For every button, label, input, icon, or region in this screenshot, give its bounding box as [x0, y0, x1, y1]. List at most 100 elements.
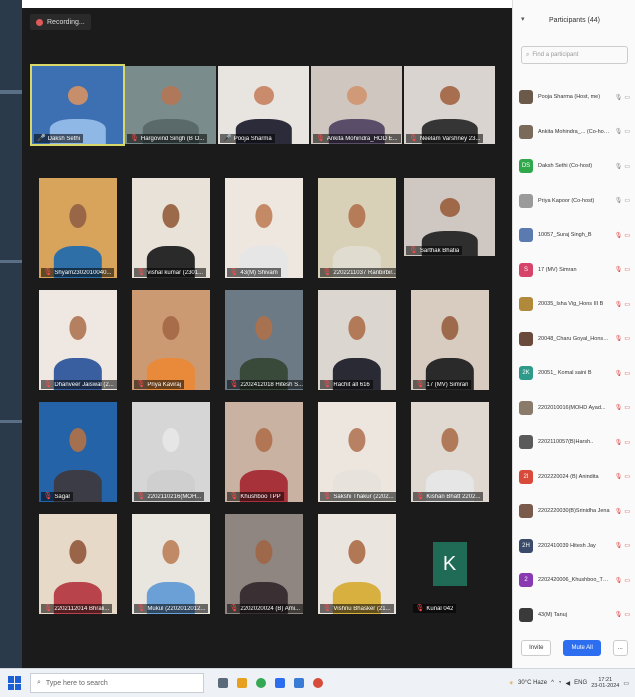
participant-video-tile[interactable]: 🎙 2202112014 Bhrali... [32, 514, 123, 624]
camera-off-icon[interactable]: ▭ [624, 232, 630, 239]
mic-muted-icon: 🎙 [409, 135, 418, 142]
camera-off-icon[interactable]: ▭ [624, 577, 630, 584]
weather-text[interactable]: 30°C Haze [518, 680, 547, 686]
participant-avatar: 2K [519, 366, 533, 381]
camera-icon[interactable]: ▭ [624, 197, 630, 204]
camera-off-icon[interactable]: ▭ [624, 370, 630, 377]
more-button[interactable]: ... [612, 640, 628, 656]
language-label[interactable]: ENG [574, 680, 587, 686]
zoom-icon[interactable] [275, 678, 285, 688]
participant-video-tile[interactable]: 🎙 Neelam Varshney 23... [404, 66, 495, 176]
mic-muted-icon[interactable]: 🎙 [615, 577, 623, 584]
camera-off-icon[interactable]: ▭ [624, 335, 630, 342]
participant-row[interactable]: 20048_Charu Goyal_Hons _ II 🎙 ▭ [513, 322, 635, 357]
mic-muted-icon[interactable]: 🎙 [615, 335, 623, 342]
mic-muted-icon[interactable]: 🎙 [615, 611, 623, 618]
participant-video-tile[interactable]: 🎙 Priya Kaviraj [125, 290, 216, 400]
mic-muted-icon[interactable]: 🎙 [615, 542, 623, 549]
mic-muted-icon[interactable]: 🎙 [615, 370, 623, 377]
mic-muted-icon[interactable]: 🎙 [615, 301, 623, 308]
camera-off-icon[interactable]: ▭ [624, 508, 630, 515]
mic-muted-icon[interactable]: 🎙 [615, 404, 623, 411]
participant-video-tile[interactable]: 🎙 17 (MV) Simran [404, 290, 495, 400]
participant-row[interactable]: S 17 (MV) Simran 🎙 ▭ [513, 253, 635, 288]
participant-video-tile[interactable]: 🎙 Sarthak Bhatia [404, 178, 495, 288]
participant-video-tile[interactable]: 🎙 Rachit all 616 [311, 290, 402, 400]
camera-off-icon[interactable]: ▭ [624, 301, 630, 308]
person-face [161, 204, 180, 228]
participant-row[interactable]: Pooja Sharma (Host, me) 🎙 ▭ [513, 80, 635, 115]
chevron-down-icon[interactable]: ▾ [521, 15, 525, 23]
mic-icon[interactable]: 🎙 [615, 94, 623, 101]
participant-video-tile[interactable]: 🎤 Daksh Sethi [30, 64, 125, 176]
camera-icon[interactable]: ▭ [624, 128, 630, 135]
app-icon[interactable] [294, 678, 304, 688]
participant-video-tile[interactable]: 🎤 Pooja Sharma [218, 66, 309, 176]
mic-muted-icon[interactable]: 🎙 [615, 473, 623, 480]
camera-off-icon[interactable]: ▭ [624, 473, 630, 480]
mic-icon[interactable]: 🎙 [615, 197, 623, 204]
recording-indicator[interactable]: Recording... [30, 14, 91, 30]
network-icon[interactable]: ◔ [558, 680, 562, 686]
participant-row[interactable]: 10057_Suraj Singh_B 🎙 ▭ [513, 218, 635, 253]
mute-all-button[interactable]: Mute All [563, 640, 601, 656]
participant-video-tile[interactable]: 🎙 Hargovind Singh (B O... [125, 66, 216, 176]
participant-row[interactable]: 2202010016(MOHD Ayad... 🎙 ▭ [513, 391, 635, 426]
mic-muted-icon[interactable]: 🎙 [615, 266, 623, 273]
participant-name: Pooja Sharma [233, 135, 272, 142]
participant-row[interactable]: 2I 2202220024 (B) Anindita 🎙 ▭ [513, 460, 635, 495]
participant-row[interactable]: Priya Kapoor (Co-host) 🎙 ▭ [513, 184, 635, 219]
participant-video-tile[interactable]: 🎙 Sagar [32, 402, 123, 512]
participant-row[interactable]: 2202110057(B)Harsh.. 🎙 ▭ [513, 425, 635, 460]
participant-video-tile[interactable]: 🎙 2202110216(MOH... [125, 402, 216, 512]
invite-button[interactable]: Invite [521, 640, 552, 656]
clock[interactable]: 17:21 23-01-2024 [591, 677, 619, 689]
participant-name: Sagar [54, 493, 71, 500]
camera-off-icon[interactable]: ▭ [624, 439, 630, 446]
camera-off-icon[interactable]: ▭ [624, 611, 630, 618]
file-explorer-icon[interactable] [237, 678, 247, 688]
participant-video-tile[interactable]: 🎙 Kishan Bhatt 2202... [404, 402, 495, 512]
participant-video-tile[interactable]: 🎙 Mukul (2202012012... [125, 514, 216, 624]
notification-icon[interactable]: ▭ [623, 680, 629, 687]
mic-muted-icon[interactable]: 🎙 [615, 508, 623, 515]
participant-row[interactable]: 20035_Isha Vig_Hons III B 🎙 ▭ [513, 287, 635, 322]
windows-start-button[interactable] [8, 676, 22, 690]
participant-video-tile[interactable]: 🎙 2202412018 Hitesh S... [218, 290, 309, 400]
mic-muted-icon[interactable]: 🎙 [615, 439, 623, 446]
participant-name-tag: 🎙 2202412018 Hitesh S... [226, 380, 303, 389]
participant-search-input[interactable]: ⌕ Find a participant [521, 46, 628, 64]
participant-row[interactable]: DS Daksh Sethi (Co-host) 🎙 ▭ [513, 149, 635, 184]
participant-video-tile[interactable]: 🎙 2202020024 (B) Ami... [218, 514, 309, 624]
participant-row[interactable]: 2H 2202410039 Hitesh Jay 🎙 ▭ [513, 529, 635, 564]
participant-video-tile[interactable]: 🎙 Sakshi Thakur (2202... [311, 402, 402, 512]
participant-video-tile[interactable]: 🎙 Ankita Mohindra_HOD E... [311, 66, 402, 176]
mic-icon[interactable]: 🎙 [615, 163, 623, 170]
camera-icon[interactable]: ▭ [624, 163, 630, 170]
volume-icon[interactable]: ◀ [566, 680, 571, 687]
taskbar-search-input[interactable]: ⌕ Type here to search [30, 673, 204, 693]
participant-row[interactable]: Ankita Mohindra_... (Co-host) 🎙 ▭ [513, 115, 635, 150]
participant-video-tile[interactable]: 🎙 Shyam2302010040... [32, 178, 123, 288]
participant-video-tile[interactable]: 🎙 Vishnu Bhasker (21... [311, 514, 402, 624]
task-view-icon[interactable] [218, 678, 228, 688]
camera-off-icon[interactable]: ▭ [624, 404, 630, 411]
participant-video-tile[interactable]: 🎙 vishal kumar (2301... [125, 178, 216, 288]
participant-video-tile[interactable]: 🎙 Dhanveer Jaiswal (2... [32, 290, 123, 400]
camera-icon[interactable]: ▭ [624, 94, 630, 101]
participant-row[interactable]: 2K 20051_ Komal saini B 🎙 ▭ [513, 356, 635, 391]
participant-video-tile[interactable]: 🎙 Khushboo TPP [218, 402, 309, 512]
camera-off-icon[interactable]: ▭ [624, 266, 630, 273]
mic-muted-icon[interactable]: 🎙 [615, 232, 623, 239]
mic-icon[interactable]: 🎙 [615, 128, 623, 135]
chrome-icon[interactable] [256, 678, 266, 688]
participant-row[interactable]: 43(M) Tanuj 🎙 ▭ [513, 598, 635, 633]
participant-video-tile[interactable]: 🎙 43(M) Shivam [218, 178, 309, 288]
participant-row[interactable]: 2 2202420006_Khushboo_TPP 🎙 ▭ [513, 563, 635, 598]
participant-row[interactable]: 2202220030(B)Srinidha Jena 🎙 ▭ [513, 494, 635, 529]
chevron-up-icon[interactable]: ^ [551, 680, 554, 686]
camera-off-icon[interactable]: ▭ [624, 542, 630, 549]
browser-icon[interactable] [313, 678, 323, 688]
participant-video-tile[interactable]: 🎙 2202211037 Ranbirbir... [311, 178, 402, 288]
participant-video-tile[interactable]: K 🎙 Kunal 042 [404, 514, 495, 624]
